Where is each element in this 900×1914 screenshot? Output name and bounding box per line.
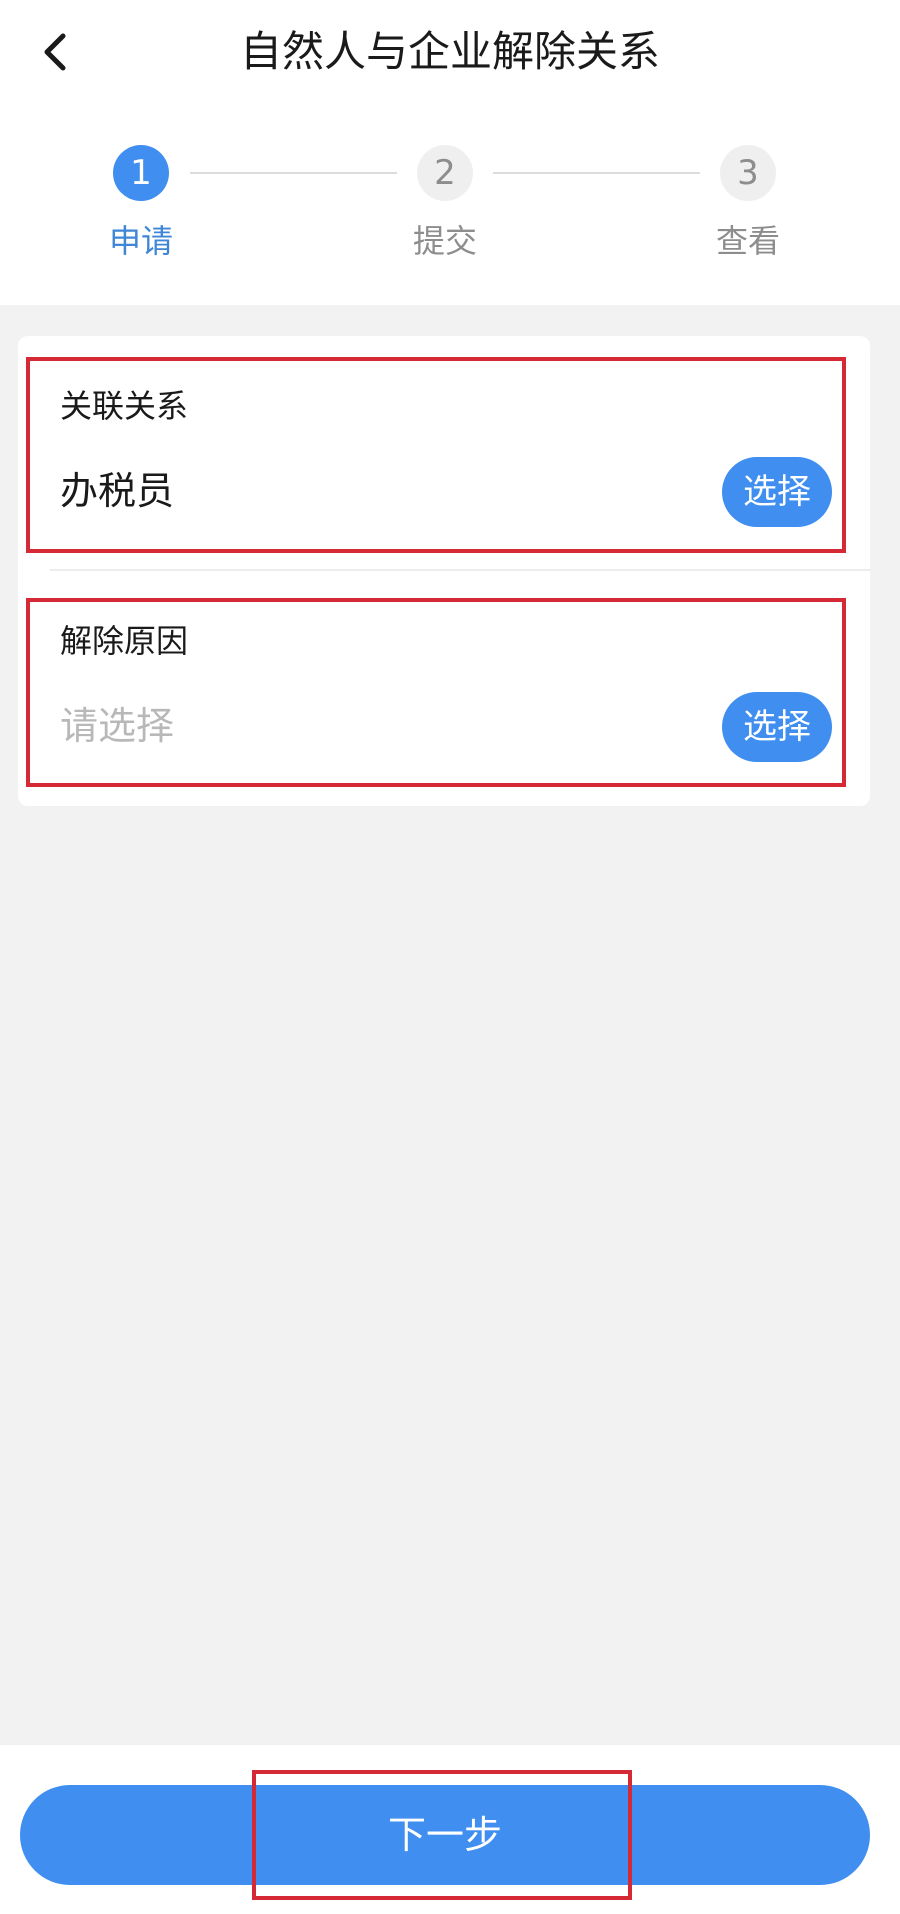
step-connector xyxy=(190,172,397,174)
reason-label: 解除原因 xyxy=(60,622,189,660)
step-number: 1 xyxy=(113,145,169,201)
step-submit: 2 提交 xyxy=(375,140,515,261)
footer-bar: 下一步 xyxy=(0,1745,900,1914)
step-number: 2 xyxy=(417,145,473,201)
page-title: 自然人与企业解除关系 xyxy=(239,27,660,76)
step-apply: 1 申请 xyxy=(71,140,211,261)
reason-row: 解除原因 请选择 选择 xyxy=(18,576,870,786)
step-label: 查看 xyxy=(715,222,780,260)
step-view: 3 查看 xyxy=(678,140,818,261)
step-connector xyxy=(493,172,700,174)
row-divider xyxy=(50,569,870,571)
next-step-button[interactable]: 下一步 xyxy=(20,1785,870,1885)
relation-row: 关联关系 办税员 选择 xyxy=(18,336,870,546)
header: 自然人与企业解除关系 1 申请 2 提交 3 查看 xyxy=(0,0,900,305)
progress-stepper: 1 申请 2 提交 3 查看 xyxy=(0,140,900,280)
relation-label: 关联关系 xyxy=(60,387,189,425)
step-label: 提交 xyxy=(412,222,477,260)
step-number: 3 xyxy=(720,145,776,201)
reason-select-button[interactable]: 选择 xyxy=(722,692,832,762)
relation-select-button[interactable]: 选择 xyxy=(722,457,832,527)
reason-placeholder[interactable]: 请选择 xyxy=(60,701,174,751)
step-label: 申请 xyxy=(108,222,173,260)
relation-value: 办税员 xyxy=(60,469,175,513)
form-card: 关联关系 办税员 选择 解除原因 请选择 选择 xyxy=(18,336,870,806)
